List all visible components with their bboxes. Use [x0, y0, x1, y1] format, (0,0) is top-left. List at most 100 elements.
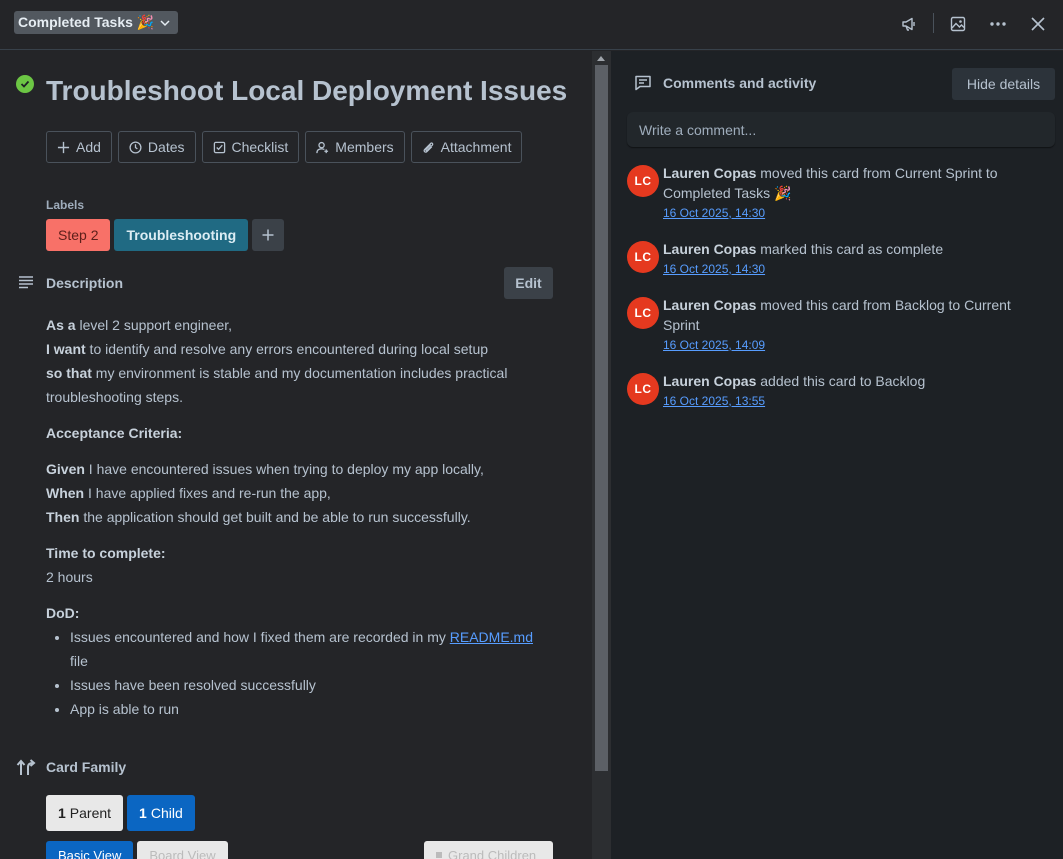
labels-heading: Labels [46, 198, 85, 212]
image-icon[interactable] [944, 10, 972, 38]
add-label: Add [76, 139, 101, 155]
story-bold: so that [46, 365, 92, 381]
story-text: to identify and resolve any errors encou… [85, 341, 489, 357]
time-to-complete: Time to complete: 2 hours [46, 541, 546, 589]
list-selector[interactable]: Completed Tasks 🎉 [14, 11, 179, 34]
board-view-button[interactable]: Board View [137, 841, 228, 859]
activity-timestamp[interactable]: 16 Oct 2025, 14:30 [663, 259, 1043, 279]
paperclip-icon [423, 141, 433, 153]
dod-list: Issues encountered and how I fixed them … [70, 625, 546, 721]
chevron-down-icon [160, 18, 170, 28]
label-step-2[interactable]: Step 2 [46, 219, 111, 251]
acceptance-criteria: Given I have encountered issues when try… [46, 457, 546, 529]
dod-section: DoD: Issues encountered and how I fixed … [46, 601, 546, 721]
labels-list: Step 2 Troubleshooting [46, 219, 285, 251]
time-value: 2 hours [46, 569, 93, 585]
activity-user[interactable]: Lauren Copas [663, 297, 756, 313]
readme-link[interactable]: README.md [450, 629, 533, 645]
story-bold: I want [46, 341, 86, 357]
criteria-bold: Then [46, 509, 80, 525]
square-icon [436, 852, 442, 858]
card-title[interactable]: Troubleshoot Local Deployment Issues [46, 75, 567, 107]
activity-action: added this card to Backlog [756, 373, 926, 389]
list-name: Completed Tasks 🎉 [18, 14, 155, 30]
grand-children-button[interactable]: Grand Children [424, 841, 553, 859]
hide-details-button[interactable]: Hide details [952, 68, 1055, 100]
description-icon [18, 275, 34, 289]
description-body[interactable]: As a level 2 support engineer, I want to… [46, 313, 546, 721]
activity-timestamp[interactable]: 16 Oct 2025, 14:09 [663, 335, 1043, 355]
scroll-up-arrow-icon[interactable] [597, 56, 605, 61]
list-item: App is able to run [70, 697, 546, 721]
list-item: Issues encountered and how I fixed them … [70, 625, 546, 673]
label-troubleshooting[interactable]: Troubleshooting [114, 219, 249, 251]
story-text: my environment is stable and my document… [46, 365, 508, 405]
time-heading: Time to complete: [46, 545, 166, 561]
attachment-label: Attachment [440, 139, 512, 155]
plus-icon [262, 229, 274, 241]
view-toggle: Basic View Board View [46, 841, 228, 859]
parent-button[interactable]: 1 Parent [46, 795, 124, 831]
activity-timestamp[interactable]: 16 Oct 2025, 14:30 [663, 203, 1043, 223]
description-heading: Description [46, 275, 124, 291]
comment-icon [634, 75, 652, 91]
dod-heading: DoD: [46, 605, 80, 621]
divider [933, 13, 934, 33]
clock-icon [129, 140, 142, 154]
edit-description-button[interactable]: Edit [504, 267, 553, 299]
dates-button[interactable]: Dates [117, 131, 196, 163]
criteria-text: I have applied fixes and re-run the app, [84, 485, 331, 501]
story-text: level 2 support engineer, [75, 317, 233, 333]
basic-view-button[interactable]: Basic View [46, 841, 134, 859]
child-count: 1 [139, 805, 147, 821]
story-bold: As a [46, 317, 76, 333]
activity-user[interactable]: Lauren Copas [663, 165, 756, 181]
plus-icon [57, 141, 70, 153]
criteria-text: I have encountered issues when trying to… [84, 461, 484, 477]
activity-timestamp[interactable]: 16 Oct 2025, 13:55 [663, 391, 1043, 411]
checklist-button[interactable]: Checklist [201, 131, 300, 163]
criteria-bold: Given [46, 461, 85, 477]
close-icon[interactable] [1024, 10, 1052, 38]
avatar[interactable]: LC [627, 165, 659, 197]
family-tree-icon [16, 758, 38, 776]
card-actions: Add Dates Checklist Members Attachment [46, 131, 523, 163]
acceptance-heading: Acceptance Criteria: [46, 421, 546, 445]
activity-text: Lauren Copas marked this card as complet… [663, 239, 1043, 279]
members-button[interactable]: Members [305, 131, 405, 163]
activity-text: Lauren Copas added this card to Backlog … [663, 371, 1043, 411]
add-button[interactable]: Add [46, 131, 112, 163]
card-header-bar: Completed Tasks 🎉 [0, 0, 1063, 50]
person-add-icon [316, 141, 329, 153]
grand-children-label: Grand Children [448, 847, 537, 859]
checklist-label: Checklist [231, 139, 289, 155]
avatar[interactable]: LC [627, 297, 659, 329]
attachment-button[interactable]: Attachment [410, 131, 523, 163]
activity-user[interactable]: Lauren Copas [663, 241, 756, 257]
scrollbar-thumb[interactable] [595, 65, 608, 771]
card-family-buttons: 1 Parent 1 Child [46, 795, 195, 831]
comment-input[interactable] [627, 112, 1055, 147]
activity-text: Lauren Copas moved this card from Backlo… [663, 295, 1043, 355]
criteria-bold: When [46, 485, 85, 501]
activity-user[interactable]: Lauren Copas [663, 373, 756, 389]
child-label: Child [150, 805, 183, 821]
child-button[interactable]: 1 Child [127, 795, 195, 831]
parent-label: Parent [69, 805, 112, 821]
parent-count: 1 [58, 805, 66, 821]
activity-action: marked this card as complete [756, 241, 944, 257]
avatar[interactable]: LC [627, 241, 659, 273]
dod-text: file [70, 653, 88, 669]
dates-label: Dates [147, 139, 185, 155]
members-label: Members [335, 139, 394, 155]
more-icon[interactable] [984, 10, 1012, 38]
criteria-text: the application should get built and be … [79, 509, 471, 525]
complete-check-icon[interactable] [16, 75, 34, 93]
activity-text: Lauren Copas moved this card from Curren… [663, 163, 1043, 223]
checklist-icon [213, 141, 225, 153]
card-main: Troubleshoot Local Deployment Issues Add… [0, 51, 592, 859]
avatar[interactable]: LC [627, 373, 659, 405]
add-label-button[interactable] [252, 219, 285, 251]
megaphone-icon[interactable] [895, 10, 923, 38]
dod-text: Issues encountered and how I fixed them … [70, 629, 450, 645]
